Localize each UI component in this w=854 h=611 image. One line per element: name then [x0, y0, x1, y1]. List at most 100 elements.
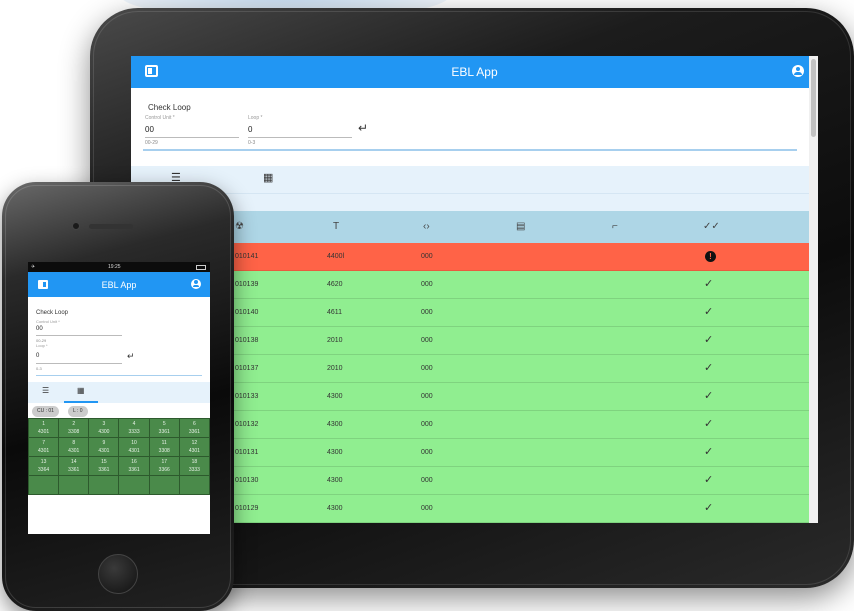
loop-label: Loop * — [248, 115, 263, 121]
cell-value: 3361 — [98, 467, 110, 473]
grid-cell[interactable]: 6 3361 — [179, 419, 209, 437]
table-row[interactable]: 010131 4300 000 ✓ — [131, 439, 818, 467]
control-unit-field[interactable]: 00 — [145, 125, 154, 134]
form-title: Check Loop — [36, 310, 69, 316]
cell-id: 010138 — [235, 337, 259, 344]
grid-cell[interactable]: 14 3361 — [59, 457, 89, 475]
camera-icon — [72, 222, 80, 230]
grid-cell[interactable] — [119, 476, 149, 494]
check-icon: ✓ — [704, 474, 714, 486]
enter-icon[interactable]: ↵ — [358, 121, 368, 135]
table-row[interactable]: 010139 4620 000 ✓ — [131, 271, 818, 299]
check-loop-form: Check Loop Control Unit * 00 00-29 Loop … — [131, 88, 818, 166]
grid-icon[interactable]: ▦ — [263, 172, 273, 184]
grid-cell[interactable]: 7 4301 — [29, 438, 59, 456]
cell-t: 4300 — [327, 393, 343, 400]
table-row[interactable]: 010129 4300 000 ✓ — [131, 495, 818, 523]
cell-value: 4301 — [38, 448, 50, 454]
grid-cell[interactable]: 3 4300 — [89, 419, 119, 437]
grid-cell[interactable] — [89, 476, 119, 494]
control-unit-underline — [36, 335, 122, 336]
cell-number: 13 — [40, 459, 47, 465]
home-button[interactable] — [98, 554, 138, 594]
grid-icon[interactable]: ▦ — [77, 386, 85, 395]
cell-number: 12 — [191, 440, 198, 446]
grid-cell[interactable] — [59, 476, 89, 494]
type-column-header[interactable]: T — [333, 221, 339, 233]
grid-cell[interactable] — [179, 476, 209, 494]
grid-cell[interactable] — [149, 476, 179, 494]
grid-cell[interactable]: 1 4301 — [29, 419, 59, 437]
grid-cell[interactable]: 9 4301 — [89, 438, 119, 456]
check-icon: ✓ — [704, 446, 714, 458]
table-row[interactable]: 010140 4611 000 ✓ — [131, 299, 818, 327]
grid-cell[interactable]: 18 3333 — [179, 457, 209, 475]
link-icon[interactable]: ⌐ — [612, 221, 618, 233]
table-row[interactable]: 010133 4300 000 ✓ — [131, 383, 818, 411]
table-body: 010141 4400l 000! 010139 4620 000 ✓ 010140 4611 0… — [131, 243, 818, 523]
account-icon[interactable] — [191, 279, 201, 289]
loop-field[interactable]: 0 — [36, 353, 39, 359]
grid-cell[interactable] — [29, 476, 59, 494]
cell-value: 3308 — [158, 448, 170, 454]
menu-icon[interactable] — [145, 65, 158, 77]
list-icon[interactable]: ☰ — [42, 386, 49, 395]
enter-icon[interactable]: ↵ — [127, 351, 135, 362]
table-row[interactable]: 010132 4300 000 ✓ — [131, 411, 818, 439]
speaker-grille — [89, 224, 133, 229]
grid-cell[interactable]: 11 3308 — [149, 438, 179, 456]
code-icon[interactable]: ‹› — [423, 221, 430, 233]
cell-id: 010139 — [235, 281, 259, 288]
scrollbar[interactable] — [809, 56, 818, 523]
grid-cell[interactable]: 2 3308 — [59, 419, 89, 437]
cell-number: 10 — [131, 440, 137, 446]
grid-cell[interactable]: 5 3361 — [149, 419, 179, 437]
grid-cell[interactable]: 8 4301 — [59, 438, 89, 456]
cell-id: 010137 — [235, 365, 259, 372]
loop-chip[interactable]: L : 0 — [68, 406, 88, 417]
cell-id: 010129 — [235, 505, 259, 512]
cell-value: 3361 — [68, 467, 80, 473]
grid-cell[interactable]: 10 4301 — [119, 438, 149, 456]
cell-t: 4300 — [327, 421, 343, 428]
account-icon[interactable] — [792, 65, 804, 77]
error-icon: ! — [705, 251, 716, 262]
loop-field[interactable]: 0 — [248, 125, 252, 134]
cell-code: 000 — [421, 505, 433, 512]
table-row[interactable]: 010130 4300 000 ✓ — [131, 467, 818, 495]
grid-cell[interactable]: 16 3361 — [119, 457, 149, 475]
scrollbar-thumb[interactable] — [811, 59, 816, 137]
cell-code: 000 — [421, 421, 433, 428]
tabs-spacer — [131, 194, 818, 211]
tablet-screen: EBL App Check Loop Control Unit * 00 00-… — [131, 56, 818, 523]
grid-cell[interactable]: 13 3364 — [29, 457, 59, 475]
cell-value: 3361 — [158, 429, 170, 435]
cell-value: 4301 — [68, 448, 80, 454]
check-icon: ✓ — [704, 418, 714, 430]
control-unit-field[interactable]: 00 — [36, 326, 43, 332]
radiation-icon[interactable]: ☢ — [235, 221, 244, 233]
app-bar: EBL App — [131, 56, 818, 88]
cell-number: 3 — [102, 421, 106, 427]
grid-cell[interactable]: 12 4301 — [179, 438, 209, 456]
grid-cell[interactable]: 15 3361 — [89, 457, 119, 475]
grid-cell[interactable]: 4 3333 — [119, 419, 149, 437]
loop-underline — [36, 363, 122, 364]
grid-cell[interactable]: 17 3366 — [149, 457, 179, 475]
form-title: Check Loop — [148, 103, 191, 112]
table-row[interactable]: 010137 2010 000 ✓ — [131, 355, 818, 383]
cell-value: 3366 — [158, 467, 170, 473]
cell-t: 4300 — [327, 477, 343, 484]
double-check-icon[interactable]: ✓✓ — [703, 221, 720, 233]
cell-number: 6 — [193, 421, 196, 427]
menu-icon[interactable] — [38, 280, 48, 289]
control-unit-label: Control Unit * — [36, 319, 60, 324]
ticket-icon[interactable]: ▤ — [516, 221, 525, 233]
cell-t: 4300 — [327, 505, 343, 512]
view-tabs: ☰ ▦ — [131, 166, 818, 194]
table-row[interactable]: 010141 4400l 000! — [131, 243, 818, 271]
table-row[interactable]: 010138 2010 000 ✓ — [131, 327, 818, 355]
phone-app-bar: EBL App — [28, 272, 210, 297]
loop-hint: 0-3 — [36, 366, 42, 371]
control-unit-chip[interactable]: CU : 01 — [32, 406, 59, 417]
